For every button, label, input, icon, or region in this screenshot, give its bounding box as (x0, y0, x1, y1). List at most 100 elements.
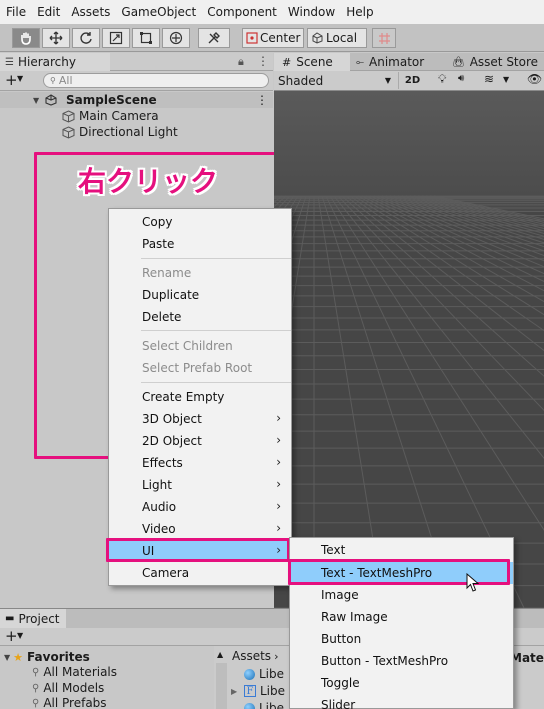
hierarchy-item-directional-light[interactable]: Directional Light (62, 124, 178, 140)
menu-item-duplicate[interactable]: Duplicate (109, 284, 291, 306)
rotate-icon (80, 32, 92, 44)
custom-tools-button[interactable] (198, 28, 230, 48)
scrollbar-track[interactable] (216, 663, 227, 709)
submenu-item-button[interactable]: Button (290, 628, 513, 650)
audio-icon[interactable]: 🔊︎ (458, 73, 464, 84)
menu-component[interactable]: Component (207, 5, 277, 19)
material-sphere-icon (244, 702, 255, 709)
context-menu: Copy Paste Rename Duplicate Delete Selec… (108, 208, 292, 586)
tab-animator-label: Animator (369, 55, 425, 69)
store-bag-icon: 👜︎ (452, 56, 465, 68)
menu-item-select-prefab-root[interactable]: Select Prefab Root (109, 357, 291, 379)
rect-tool-button[interactable] (132, 28, 160, 48)
submenu-item-button-textmeshpro[interactable]: Button - TextMeshPro (290, 650, 513, 672)
breadcrumb-assets[interactable]: Assets (232, 649, 271, 663)
snap-button[interactable] (372, 28, 396, 48)
lighting-icon[interactable]: 💡︎ (438, 72, 446, 87)
hierarchy-item-main-camera[interactable]: Main Camera (62, 108, 159, 124)
breadcrumb-chevron-icon: › (274, 649, 279, 663)
materials-folder-label[interactable]: Materi (510, 651, 544, 665)
tab-animator[interactable]: ⟜ Animator (356, 53, 424, 71)
favorite-all-materials[interactable]: ⚲ All Materials (32, 664, 117, 680)
chevron-down-icon: ▼ (384, 76, 391, 85)
submenu-item-text[interactable]: Text (290, 539, 513, 561)
menu-item-rename[interactable]: Rename (109, 262, 291, 284)
pivot-center-button[interactable]: Center (242, 28, 304, 48)
hierarchy-search-input[interactable]: ⚲ All (43, 73, 269, 88)
gameobject-cube-icon (62, 109, 75, 123)
menu-item-camera[interactable]: Camera (109, 562, 291, 584)
menu-item-copy[interactable]: Copy (109, 211, 291, 233)
effects-icon[interactable]: ≋ (484, 72, 494, 86)
star-icon: ★ (13, 650, 24, 664)
tab-asset-store[interactable]: 👜︎ Asset Store (452, 53, 538, 71)
favorite-all-prefabs[interactable]: ⚲ All Prefabs (32, 695, 107, 709)
tab-project[interactable]: ▬ Project (0, 609, 66, 628)
shading-mode-dropdown[interactable]: Shaded ▼ (276, 72, 395, 89)
scene-options-icon[interactable]: ⋮ (256, 93, 268, 107)
submenu-item-slider[interactable]: Slider (290, 694, 513, 709)
add-icon[interactable]: + (5, 627, 18, 645)
scroll-up-icon[interactable]: ▲ (217, 650, 223, 659)
kebab-menu-icon[interactable]: ⋮ (257, 54, 269, 68)
search-icon: ⚲ (50, 76, 56, 85)
asset-label: Libe (259, 667, 285, 681)
scale-tool-button[interactable] (102, 28, 130, 48)
asset-item[interactable]: Libe (244, 700, 284, 709)
rotate-tool-button[interactable] (72, 28, 100, 48)
chevron-down-icon[interactable]: ▼ (17, 74, 23, 83)
ui-item-highlight (106, 538, 290, 562)
menu-file[interactable]: File (6, 5, 26, 19)
menu-help[interactable]: Help (346, 5, 373, 19)
menu-item-effects[interactable]: Effects › (109, 452, 291, 474)
tab-hierarchy[interactable]: ☰ Hierarchy (0, 53, 110, 71)
menu-assets[interactable]: Assets (71, 5, 110, 19)
hierarchy-tab-bar: ☰ Hierarchy 🔒︎ ⋮ (0, 53, 273, 71)
tab-scene[interactable]: # Scene (274, 53, 350, 71)
menu-item-create-empty[interactable]: Create Empty (109, 386, 291, 408)
expand-arrow-icon: ▼ (33, 95, 40, 105)
hierarchy-list-icon: ☰ (5, 56, 14, 68)
menu-item-light[interactable]: Light › (109, 474, 291, 496)
space-local-button[interactable]: Local (307, 28, 367, 48)
scene-grid-icon: # (282, 55, 292, 69)
menu-item-video[interactable]: Video › (109, 518, 291, 540)
menu-edit[interactable]: Edit (37, 5, 60, 19)
hand-tool-button[interactable] (12, 28, 40, 48)
menu-item-delete[interactable]: Delete (109, 306, 291, 328)
menu-item-label: 2D Object (142, 434, 202, 448)
scene-row[interactable]: ▼ SampleScene ⋮ (0, 92, 273, 108)
menu-separator (141, 258, 291, 259)
submenu-item-raw-image[interactable]: Raw Image (290, 606, 513, 628)
menu-item-select-children[interactable]: Select Children (109, 335, 291, 357)
add-icon[interactable]: + (5, 71, 18, 89)
visibility-icon[interactable]: 👁︎ (527, 72, 542, 86)
lock-icon[interactable]: 🔒︎ (238, 55, 244, 69)
asset-item[interactable]: Libe (244, 666, 284, 682)
menu-item-audio[interactable]: Audio › (109, 496, 291, 518)
transform-tool-button[interactable] (162, 28, 190, 48)
menu-item-2d-object[interactable]: 2D Object › (109, 430, 291, 452)
project-tab-label: Project (18, 611, 60, 626)
menu-gameobject[interactable]: GameObject (121, 5, 196, 19)
favorite-all-models[interactable]: ⚲ All Models (32, 680, 104, 696)
favorite-label: All Prefabs (43, 696, 107, 709)
move-icon (49, 31, 63, 45)
grid-snap-icon (378, 32, 390, 44)
chevron-down-icon[interactable]: ▼ (17, 631, 23, 640)
scene-viewport[interactable] (274, 91, 544, 608)
material-sphere-icon (244, 668, 255, 680)
asset-item[interactable]: F Libe (244, 683, 285, 699)
menu-window[interactable]: Window (288, 5, 335, 19)
expand-arrow-icon[interactable]: ▶ (231, 687, 237, 696)
favorite-label: All Models (43, 681, 105, 695)
move-tool-button[interactable] (42, 28, 70, 48)
menu-item-paste[interactable]: Paste (109, 233, 291, 255)
hand-icon (21, 32, 31, 45)
favorites-row[interactable]: ▼ ★ Favorites (4, 649, 90, 665)
submenu-item-toggle[interactable]: Toggle (290, 672, 513, 694)
menu-item-3d-object[interactable]: 3D Object › (109, 408, 291, 430)
toggle-2d-button[interactable]: 2D (398, 72, 426, 89)
menu-item-label: Audio (142, 500, 177, 514)
chevron-down-icon[interactable]: ▼ (503, 75, 509, 84)
